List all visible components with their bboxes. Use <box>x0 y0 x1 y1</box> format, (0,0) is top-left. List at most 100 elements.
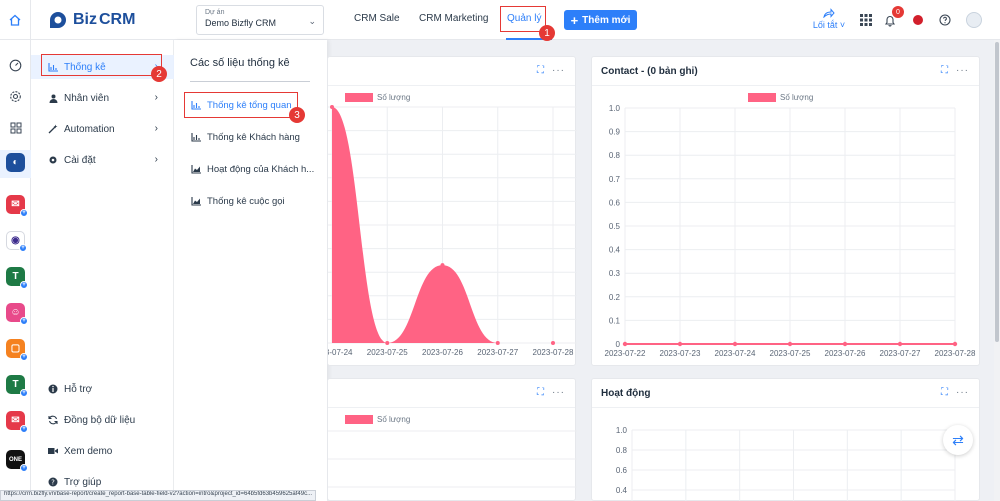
data-point <box>842 341 848 347</box>
shortcut-button[interactable]: Lối tắt ˅ <box>810 8 848 30</box>
rail-app-eye[interactable]: ◉ + <box>6 231 27 252</box>
rail-app-one[interactable]: ONE + <box>6 450 28 472</box>
gear-icon <box>48 155 58 165</box>
rail-app-chat[interactable]: ☺ + <box>6 303 28 325</box>
data-point <box>897 341 903 347</box>
magic-wand-icon <box>48 124 58 134</box>
rail-app-mail2[interactable]: ✉ + <box>6 411 28 433</box>
menu-item-dong-bo[interactable]: Đồng bộ dữ liệu <box>31 408 174 432</box>
rail-app-mail[interactable]: ✉ + <box>6 195 28 217</box>
project-selector[interactable]: Dự án Demo Bizfly CRM ⌄ <box>196 5 324 35</box>
info-icon <box>48 384 58 394</box>
rail-settings-button[interactable] <box>7 88 24 105</box>
add-new-button[interactable]: + Thêm mới <box>564 10 637 30</box>
submenu-item-khach-hang[interactable]: Thống kê Khách hàng <box>184 126 314 148</box>
rail-dashboard-button[interactable] <box>7 57 24 74</box>
highlight-box-menu <box>41 54 162 76</box>
y-tick-label: 0.7 <box>609 175 621 184</box>
add-app-icon: + <box>20 317 28 325</box>
y-tick-label: 0.1 <box>609 316 621 325</box>
x-tick-label: 2023-07-28 <box>935 349 976 358</box>
svg-text:?: ? <box>51 479 55 487</box>
user-avatar[interactable] <box>966 12 982 28</box>
menu-item-automation[interactable]: Automation › <box>31 117 174 141</box>
submenu-title: Các số liệu thống kê <box>190 57 290 69</box>
step-badge-1: 1 <box>539 25 555 41</box>
menu-item-cai-dat[interactable]: Cài đặt › <box>31 148 174 172</box>
t-app-icon: T <box>12 271 19 282</box>
contact-line-chart: 1.00.90.80.70.60.50.40.30.20.102023-07-2… <box>605 104 976 358</box>
plus-icon: + <box>570 12 579 28</box>
user-icon <box>48 93 58 103</box>
switch-view-button[interactable]: ⇄ <box>943 425 973 455</box>
logo-text-crm: CRM <box>99 11 136 28</box>
menu-item-label: Hỗ trợ <box>64 383 93 395</box>
x-tick-label: 2023-07-27 <box>880 349 921 358</box>
apps-grid-button[interactable] <box>858 12 874 28</box>
modules-grid-icon <box>10 122 21 133</box>
x-tick-label: 2023-07-24 <box>328 348 353 357</box>
home-button[interactable] <box>0 0 31 40</box>
data-point <box>787 341 793 347</box>
statistics-submenu: Các số liệu thống kê Thống kê tổng quan … <box>174 40 327 501</box>
menu-item-nhan-vien[interactable]: Nhân viên › <box>31 86 174 110</box>
submenu-item-hoat-dong[interactable]: Hoạt động của Khách h... <box>184 158 314 180</box>
record-indicator-icon[interactable] <box>913 15 923 25</box>
y-tick-label: 0 <box>616 340 621 349</box>
nav-crm-sale[interactable]: CRM Sale <box>354 13 400 24</box>
rail-app-t2[interactable]: T + <box>6 375 28 397</box>
x-tick-label: 2023-07-24 <box>715 349 756 358</box>
gear-icon <box>10 91 21 102</box>
nav-crm-marketing[interactable]: CRM Marketing <box>419 13 488 24</box>
rail-modules-button[interactable] <box>7 119 24 136</box>
main-menu: Thống kê › 2 Nhân viên › Automation › Cà… <box>31 40 174 501</box>
menu-item-ho-tro[interactable]: Hỗ trợ <box>31 377 174 401</box>
rail-app-t1[interactable]: T + <box>6 267 28 289</box>
data-point <box>952 341 958 347</box>
help-button[interactable] <box>937 12 953 28</box>
y-tick-label: 1.0 <box>616 426 628 435</box>
add-app-icon: + <box>20 425 28 433</box>
x-tick-label: 2023-07-22 <box>605 349 646 358</box>
share-arrow-icon <box>823 8 835 19</box>
chevron-down-icon: ⌄ <box>308 16 316 26</box>
chevron-right-icon: › <box>154 154 158 165</box>
home-icon <box>9 14 21 26</box>
data-point <box>495 341 500 345</box>
sync-icon <box>48 415 58 425</box>
mail-app-icon: ✉ <box>11 199 20 210</box>
mail-app-icon: ✉ <box>11 415 20 426</box>
overview-chart-card: ⛶··· Số lượng 2023-07-242023-07-252023-0… <box>327 56 577 366</box>
add-app-icon: + <box>20 209 28 217</box>
activity-line-chart: 1.00.80.60.40.2 <box>616 426 956 501</box>
step-badge-2: 2 <box>151 66 167 82</box>
x-tick-label: 2023-07-25 <box>367 348 408 357</box>
page-scrollbar-thumb[interactable] <box>995 42 999 342</box>
data-point <box>677 341 683 347</box>
y-tick-label: 0.8 <box>616 446 628 455</box>
menu-item-label: Cài đặt <box>64 154 96 166</box>
step-badge-3: 3 <box>289 107 305 123</box>
video-icon <box>48 446 58 456</box>
y-tick-label: 0.8 <box>609 151 621 160</box>
submenu-item-label: Hoạt động của Khách h... <box>207 163 314 175</box>
speedometer-icon <box>9 59 22 72</box>
submenu-item-cuoc-goi[interactable]: Thống kê cuộc gọi <box>184 190 314 212</box>
x-tick-label: 2023-07-26 <box>825 349 866 358</box>
status-url-bar: https://crm.bizfly.vn/base-report/create… <box>0 490 317 501</box>
swap-arrows-icon: ⇄ <box>952 431 964 448</box>
menu-item-label: Xem demo <box>64 445 113 457</box>
bizcrm-logo[interactable]: Biz CRM <box>47 9 135 31</box>
rail-app-orange[interactable]: ▢ + <box>6 339 28 361</box>
x-tick-label: 2023-07-26 <box>422 348 463 357</box>
y-tick-label: 0.2 <box>609 293 621 302</box>
logo-text-biz: Biz <box>73 11 97 28</box>
y-tick-label: 0.6 <box>616 466 628 475</box>
grid-icon <box>860 14 872 26</box>
menu-item-xem-demo[interactable]: Xem demo <box>31 439 174 463</box>
x-tick-label: 2023-07-25 <box>770 349 811 358</box>
y-tick-label: 0.3 <box>609 269 621 278</box>
data-point <box>330 105 334 109</box>
rail-app-bizcrm[interactable]: ◐ <box>6 153 25 172</box>
add-app-icon: + <box>20 353 28 361</box>
